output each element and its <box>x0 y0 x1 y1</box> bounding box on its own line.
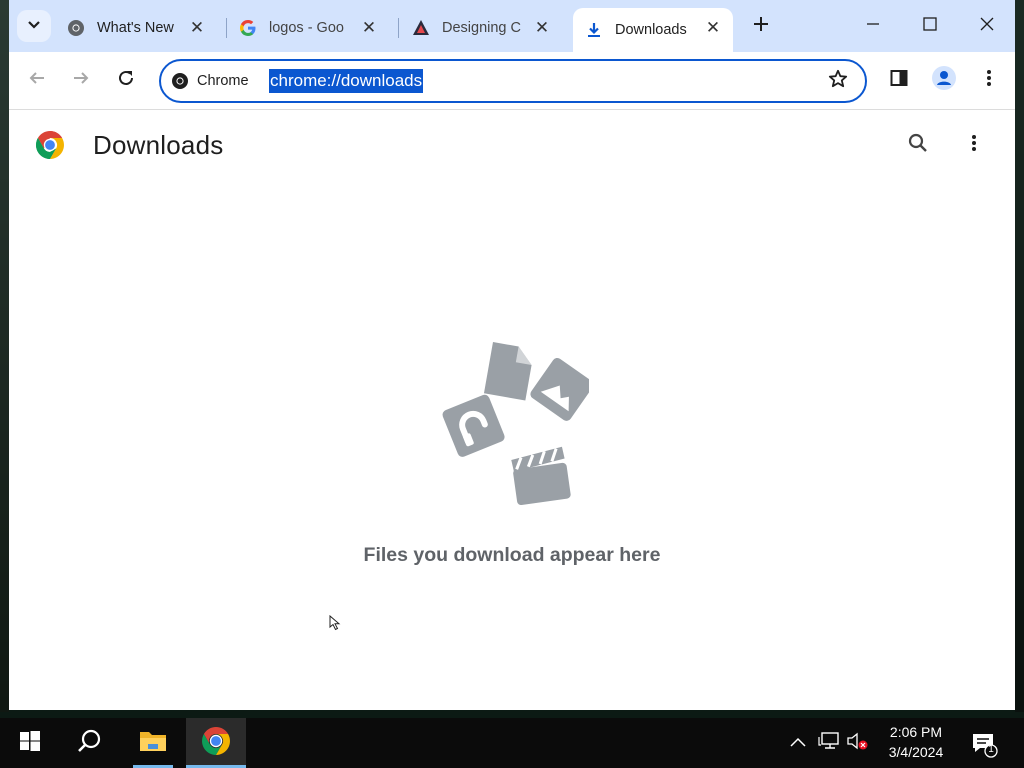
chrome-icon <box>67 19 85 37</box>
kebab-menu-icon <box>971 134 977 157</box>
minimize-button[interactable] <box>853 10 893 42</box>
chrome-icon <box>201 726 231 761</box>
empty-state-message: Files you download appear here <box>363 544 661 566</box>
audio-file-icon <box>442 394 505 457</box>
windows-taskbar: 2:06 PM 3/4/2024 1 <box>0 718 1024 768</box>
file-explorer-taskbar-button[interactable] <box>123 718 183 768</box>
taskbar-clock[interactable]: 2:06 PM 3/4/2024 <box>872 722 960 762</box>
arrow-left-icon <box>28 69 46 92</box>
plus-icon <box>753 11 769 39</box>
chevron-down-icon <box>27 17 41 36</box>
triangle-logo-icon <box>412 19 430 37</box>
desktop-background-right <box>1015 0 1024 712</box>
tab-title: Downloads <box>615 22 687 38</box>
show-hidden-icons-button[interactable] <box>787 732 809 754</box>
side-panel-button[interactable] <box>885 66 913 94</box>
empty-downloads-illustration <box>442 342 589 505</box>
action-center-button[interactable]: 1 <box>970 730 998 758</box>
close-icon <box>980 17 994 36</box>
image-file-icon <box>530 357 589 421</box>
notification-count-badge: 1 <box>988 744 994 755</box>
arrow-right-icon <box>72 69 90 92</box>
close-tab-icon[interactable]: ✕ <box>532 18 552 38</box>
kebab-menu-icon <box>986 69 992 92</box>
bookmark-button[interactable] <box>827 69 849 94</box>
maximize-icon <box>923 16 937 36</box>
network-monitor-icon <box>818 731 840 756</box>
tab-search-button[interactable] <box>17 10 51 42</box>
download-icon <box>585 21 603 39</box>
url-text[interactable]: chrome://downloads <box>269 69 424 93</box>
minimize-icon <box>866 17 880 36</box>
tab-title: Designing C <box>442 20 521 36</box>
google-icon <box>239 19 257 37</box>
tab-separator <box>398 18 399 38</box>
close-tab-icon[interactable]: ✕ <box>187 18 207 38</box>
reload-icon <box>117 69 135 92</box>
avatar-icon <box>932 65 956 95</box>
desktop-background-left <box>0 0 9 712</box>
clock-time: 2:06 PM <box>889 724 943 740</box>
tab-designing[interactable]: Designing C ✕ <box>412 10 562 46</box>
search-taskbar-button[interactable] <box>60 718 120 768</box>
maximize-button[interactable] <box>910 10 950 42</box>
search-icon <box>77 728 103 759</box>
forward-button[interactable] <box>67 66 95 94</box>
network-status-button[interactable] <box>818 731 840 756</box>
volume-button[interactable] <box>847 732 869 754</box>
chrome-icon <box>171 72 189 90</box>
browser-toolbar: Chrome chrome://downloads <box>9 52 1015 110</box>
browser-menu-button[interactable] <box>975 66 1003 94</box>
chrome-taskbar-button[interactable] <box>186 718 246 768</box>
side-panel-icon <box>890 69 908 92</box>
search-icon <box>908 133 928 158</box>
tab-title: What's New <box>97 20 174 36</box>
tab-whats-new[interactable]: What's New ✕ <box>67 10 217 46</box>
windows-logo-icon <box>19 730 41 757</box>
close-window-button[interactable] <box>967 10 1007 42</box>
clock-date: 3/4/2024 <box>888 744 944 760</box>
omnibox[interactable]: Chrome chrome://downloads <box>159 59 867 103</box>
start-button[interactable] <box>0 718 60 768</box>
chevron-up-icon <box>790 734 806 752</box>
chrome-logo-icon <box>35 130 65 160</box>
site-info-chip[interactable]: Chrome <box>171 70 249 92</box>
tab-title: logos - Goo <box>269 20 344 36</box>
chrome-window: What's New ✕ logos - Goo ✕ Designing C ✕… <box>9 0 1015 710</box>
page-title: Downloads <box>93 130 224 160</box>
tab-separator <box>226 18 227 38</box>
video-file-icon <box>511 446 571 505</box>
close-tab-icon[interactable]: ✕ <box>703 18 723 38</box>
profile-button[interactable] <box>930 65 958 95</box>
downloads-menu-button[interactable] <box>961 132 987 158</box>
tab-strip: What's New ✕ logos - Goo ✕ Designing C ✕… <box>9 0 1015 52</box>
volume-muted-icon <box>846 731 870 756</box>
back-button[interactable] <box>23 66 51 94</box>
tab-logos[interactable]: logos - Goo ✕ <box>239 10 389 46</box>
new-tab-button[interactable] <box>750 14 772 36</box>
mouse-cursor-icon <box>329 615 341 631</box>
chip-label: Chrome <box>197 73 249 89</box>
tab-downloads[interactable]: Downloads ✕ <box>573 8 733 52</box>
reload-button[interactable] <box>112 66 140 94</box>
search-downloads-button[interactable] <box>905 132 931 158</box>
close-tab-icon[interactable]: ✕ <box>359 18 379 38</box>
folder-icon <box>139 729 167 758</box>
downloads-page: Downloads Files you download appear here <box>9 110 1015 710</box>
document-file-icon <box>483 342 532 401</box>
star-icon <box>828 69 848 94</box>
